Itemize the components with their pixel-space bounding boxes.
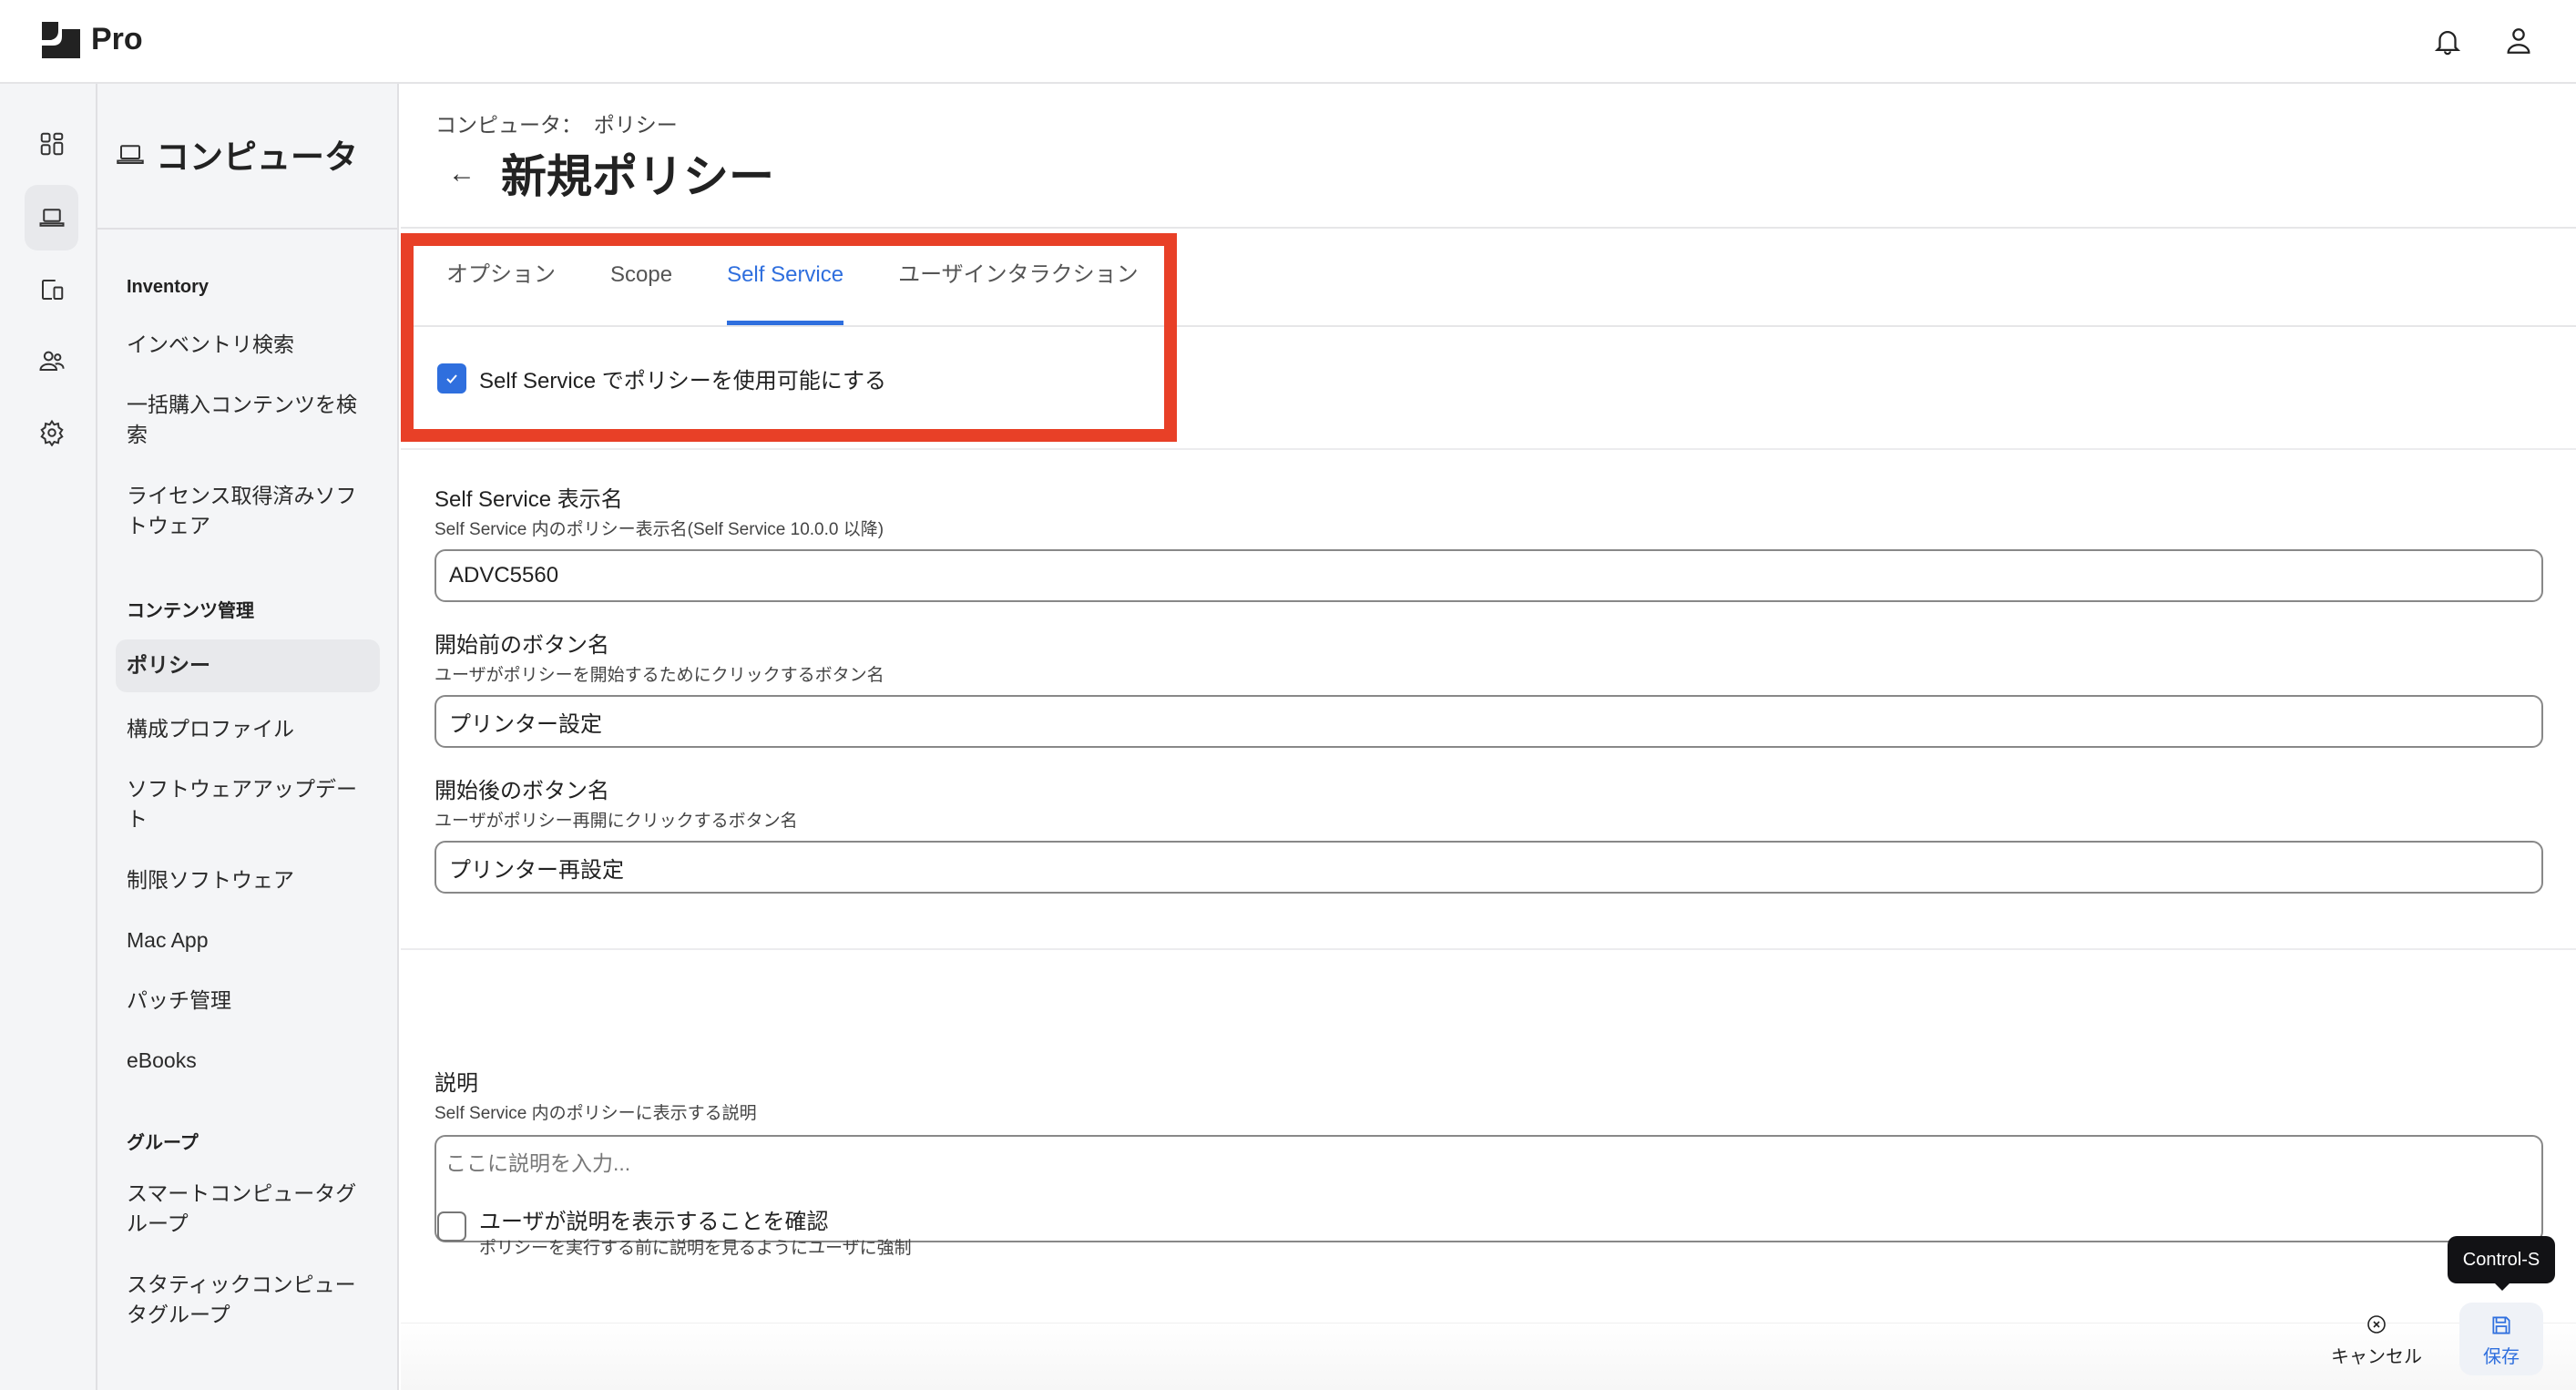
devices-icon: [41, 280, 63, 300]
sidebar-item-software-updates[interactable]: ソフトウェアアップデート: [116, 769, 380, 840]
sidebar-item-ebooks[interactable]: eBooks: [116, 1040, 380, 1081]
confirm-description-checkbox[interactable]: [437, 1211, 466, 1242]
breadcrumb[interactable]: コンピュータ： ポリシー: [435, 107, 678, 138]
icon-rail: [0, 84, 97, 1390]
sidebar-item-volume-content-search[interactable]: 一括購入コンテンツを検索: [116, 384, 380, 455]
tab-self-service[interactable]: Self Service: [700, 239, 871, 326]
laptop-icon: [117, 145, 144, 164]
cancel-button[interactable]: キャンセル: [2326, 1310, 2427, 1390]
confirm-description-help: ポリシーを実行する前に説明を見るようにユーザに強制: [479, 1239, 912, 1258]
main-content: コンピュータ： ポリシー ← 新規ポリシー オプション Scope Self S…: [401, 84, 2576, 1390]
display-name-label: Self Service 表示名: [434, 487, 623, 512]
cancel-circle-icon: [2367, 1315, 2386, 1334]
save-label: 保存: [2483, 1347, 2520, 1367]
grid-icon: [40, 132, 63, 156]
save-shortcut-tooltip: Control-S: [2448, 1236, 2555, 1291]
back-arrow-icon[interactable]: ←: [448, 158, 475, 189]
page-title: 新規ポリシー: [501, 151, 774, 202]
save-button[interactable]: 保存: [2459, 1303, 2543, 1375]
after-button-field-group: 開始後のボタン名 ユーザがポリシー再開にクリックするボタン名: [434, 777, 2543, 894]
rail-computers-button[interactable]: [25, 185, 78, 250]
users-icon: [38, 351, 64, 371]
display-name-help: Self Service 内のポリシー表示名(Self Service 10.0…: [434, 520, 884, 539]
rail-devices-button[interactable]: [25, 257, 78, 322]
tab-scope[interactable]: Scope: [583, 239, 700, 326]
rail-users-button[interactable]: [25, 328, 78, 393]
before-button-label: 開始前のボタン名: [434, 633, 609, 658]
description-help: Self Service 内のポリシーに表示する説明: [434, 1104, 757, 1123]
before-button-help: ユーザがポリシーを開始するためにクリックするボタン名: [434, 666, 884, 685]
tabs-divider: [401, 325, 2576, 327]
confirm-description-row: ユーザが説明を表示することを確認 ポリシーを実行する前に説明を見るようにユーザに…: [437, 1208, 912, 1261]
sidebar-item-configuration-profiles[interactable]: 構成プロファイル: [116, 709, 380, 750]
confirm-description-label: ユーザが説明を表示することを確認: [479, 1210, 829, 1234]
floppy-disk-icon: [2492, 1316, 2510, 1334]
sidebar-item-inventory-search[interactable]: インベントリ検索: [116, 324, 380, 365]
logo-icon[interactable]: [40, 20, 82, 60]
bell-icon[interactable]: [2432, 26, 2463, 56]
after-button-help: ユーザがポリシー再開にクリックするボタン名: [434, 812, 798, 831]
rail-settings-button[interactable]: [25, 400, 78, 465]
laptop-icon: [39, 209, 64, 227]
sidebar-item-policies[interactable]: ポリシー: [116, 639, 380, 692]
sidebar-header: コンピュータ: [97, 84, 399, 230]
sidebar: コンピュータ Inventory インベントリ検索 一括購入コンテンツを検索 ラ…: [97, 84, 399, 1390]
enable-self-service-row: Self Service でポリシーを使用可能にする: [437, 363, 886, 394]
sidebar-item-restricted-software[interactable]: 制限ソフトウェア: [116, 860, 380, 901]
enable-self-service-label: Self Service でポリシーを使用可能にする: [479, 369, 886, 393]
before-button-field-group: 開始前のボタン名 ユーザがポリシーを開始するためにクリックするボタン名: [434, 631, 2543, 748]
header-divider: [401, 227, 2576, 229]
section-divider: [401, 948, 2576, 950]
sidebar-item-static-computer-groups[interactable]: スタティックコンピュータグループ: [116, 1264, 380, 1335]
user-icon[interactable]: [2503, 26, 2534, 56]
after-button-input[interactable]: [434, 841, 2543, 894]
section-divider: [401, 448, 2576, 450]
sidebar-item-smart-computer-groups[interactable]: スマートコンピュータグループ: [116, 1173, 380, 1244]
sidebar-section-groups: グループ: [127, 1133, 199, 1153]
action-footer: [401, 1323, 2576, 1390]
tab-user-interaction[interactable]: ユーザインタラクション: [871, 239, 1166, 326]
checkmark-icon: [446, 373, 457, 383]
cancel-label: キャンセル: [2331, 1347, 2422, 1367]
rail-dashboard-button[interactable]: [25, 111, 78, 177]
sidebar-section-inventory: Inventory: [127, 277, 210, 297]
tab-bar: オプション Scope Self Service ユーザインタラクション: [419, 239, 1166, 326]
gear-icon: [39, 419, 64, 446]
brand-name: Pro: [91, 22, 143, 56]
description-label: 説明: [434, 1071, 478, 1096]
sidebar-item-mac-apps[interactable]: Mac App: [116, 920, 380, 961]
sidebar-section-content-management: コンテンツ管理: [127, 601, 254, 621]
sidebar-item-patch-management[interactable]: パッチ管理: [116, 980, 380, 1021]
sidebar-item-licensed-software[interactable]: ライセンス取得済みソフトウェア: [116, 475, 380, 547]
display-name-field-group: Self Service 表示名 Self Service 内のポリシー表示名(…: [434, 485, 2543, 602]
after-button-label: 開始後のボタン名: [434, 779, 609, 803]
before-button-input[interactable]: [434, 695, 2543, 748]
enable-self-service-checkbox[interactable]: [437, 363, 466, 393]
display-name-input[interactable]: [434, 549, 2543, 602]
tab-options[interactable]: オプション: [419, 239, 583, 326]
top-bar: Pro: [0, 0, 2576, 84]
sidebar-title: コンピュータ: [156, 138, 358, 176]
